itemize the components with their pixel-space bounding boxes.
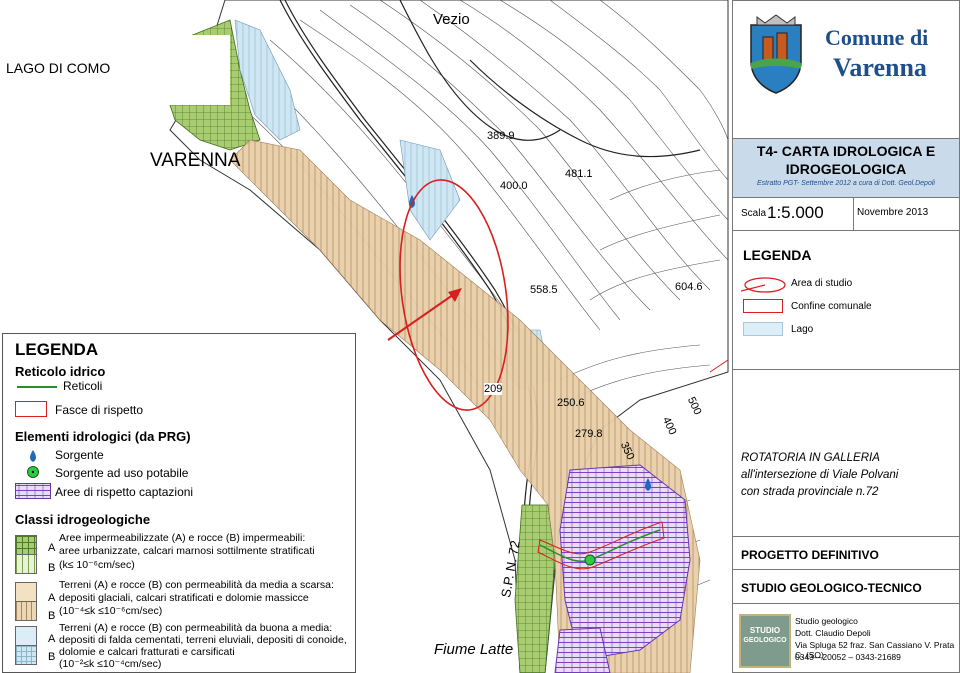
title-box: T4- CARTA IDROLOGICA E IDROGEOLOGICA Est… [733, 139, 959, 198]
fasce-swatch [15, 401, 47, 417]
scale-box: Scala 1:5.000 Novembre 2013 [733, 198, 959, 231]
label-fiume-latte: Fiume Latte [434, 641, 514, 658]
legend-item-area-studio: Area di studio [791, 278, 853, 289]
varenna-coat-of-arms-icon [750, 14, 802, 94]
map-title-line1: T4- CARTA IDROLOGICA E [756, 143, 936, 159]
project-note-box: ROTATORIA IN GALLERIA all'intersezione d… [733, 370, 959, 537]
legend-left-title: LEGENDA [15, 340, 99, 359]
class2-swatch-a [15, 582, 37, 602]
comune-line2: Varenna [833, 53, 927, 82]
title-block: Comune di Varenna T4- CARTA IDROLOGICA E… [732, 0, 960, 673]
phase-box: PROGETTO DEFINITIVO [733, 537, 959, 570]
lake-box: LAGO DI COMO [2, 35, 230, 105]
scale-value: 1:5.000 [767, 203, 824, 222]
classi-title: Classi idrogeologiche [15, 512, 151, 527]
study-area-legend-icon [741, 277, 786, 293]
credit-line1: Studio geologico [795, 616, 858, 626]
label-vezio: Vezio [433, 11, 470, 28]
reticoli-label: Reticoli [63, 379, 103, 393]
class1-swatch-a [15, 535, 37, 555]
project-note-line2: all'intersezione di Viale Polvani [741, 469, 899, 481]
class2-b-label: B [48, 610, 56, 622]
class3-line3: dolomie e calcari fratturati e carsifica… [59, 646, 235, 658]
elev-label: 481.1 [565, 168, 593, 180]
class1-line1: Aree impermeabilizzate (A) e rocce (B) i… [59, 532, 306, 544]
class2-swatch-b [15, 601, 37, 621]
elev-label: 400.0 [500, 180, 528, 192]
comune-line1: Comune di [825, 25, 929, 50]
class3-line4: (10⁻²≤k ≤10⁻⁴cm/sec) [59, 658, 162, 670]
credits-box: STUDIO GEOLOGICO Studio geologico Dott. … [733, 604, 959, 672]
elev-label: 209 [484, 383, 503, 395]
project-note-line1: ROTATORIA IN GALLERIA [741, 452, 880, 464]
legend-item-confine: Confine comunale [791, 301, 872, 312]
reticoli-swatch [17, 386, 57, 388]
scale-label: Scala [741, 208, 767, 219]
class3-b-label: B [48, 651, 56, 663]
class1-b-label: B [48, 562, 56, 574]
elev-label: 279.8 [575, 428, 603, 440]
legend-item-lago: Lago [791, 324, 814, 335]
captazioni-label: Aree di rispetto captazioni [55, 485, 194, 499]
class2-line3: (10⁻⁴≤k ≤10⁻⁶cm/sec) [59, 605, 163, 617]
captazioni-area-lower [554, 627, 611, 673]
class1-line2: aree urbanizzate, calcari marnosi sottil… [59, 545, 315, 557]
legend-left-panel: LEGENDA Reticolo idrico Reticoli Fasce d… [2, 333, 356, 673]
elev-label: 250.6 [557, 397, 585, 409]
sorgente-potabile-marker [584, 554, 596, 566]
credit-line2: Dott. Claudio Depoli [795, 628, 871, 638]
reticolo-title: Reticolo idrico [15, 364, 106, 379]
class3-swatch-a [15, 626, 37, 646]
elev-label: 604.6 [675, 281, 703, 293]
sorgente-potabile-label: Sorgente ad uso potabile [55, 466, 189, 480]
project-phase: PROGETTO DEFINITIVO [741, 548, 879, 562]
scale-divider [853, 198, 854, 230]
sorgente-icon [30, 450, 36, 462]
class1-line3: (k≤ 10⁻⁶cm/sec) [59, 559, 135, 571]
class3-swatch-b [15, 645, 37, 665]
sorgente-label: Sorgente [55, 448, 104, 462]
class2-line1: Terreni (A) e rocce (B) con permeabilità… [59, 579, 334, 591]
elementi-title: Elementi idrologici (da PRG) [15, 429, 191, 444]
class3-line2: depositi di falda cementati, terreni elu… [59, 634, 347, 646]
studio-logo-line2: GEOLOGICO [743, 637, 787, 644]
class3-line1: Terreni (A) e rocce (B) con permeabilità… [59, 622, 333, 634]
class1-a-label: A [48, 542, 56, 554]
sorgente-potabile-icon [27, 466, 39, 478]
class2-a-label: A [48, 592, 56, 604]
right-legend-title: LEGENDA [743, 247, 812, 263]
class2-line2: depositi glaciali, calcari stratificati … [59, 592, 309, 604]
project-note-line3: con strada provinciale n.72 [741, 486, 879, 498]
elev-label: 389.9 [487, 130, 515, 142]
label-varenna: VARENNA [150, 150, 241, 171]
lago-legend-swatch [743, 322, 783, 336]
fasce-label: Fasce di rispetto [55, 403, 144, 417]
class3-a-label: A [48, 633, 56, 645]
date-label: Novembre 2013 [857, 207, 929, 218]
studio-logo-line1: STUDIO [749, 626, 781, 635]
studio-title: STUDIO GEOLOGICO-TECNICO [741, 581, 922, 595]
class1-swatch-b [15, 554, 37, 574]
map-subtitle: Estratto PGT- Settembre 2012 a cura di D… [757, 180, 935, 187]
confine-legend-swatch [743, 299, 783, 313]
label-lago-di-como: LAGO DI COMO [6, 60, 111, 76]
elev-label: 558.5 [530, 284, 558, 296]
right-legend-box: LEGENDA Area di studio Confine comunale … [733, 231, 959, 370]
map-title-line2: IDROGEOLOGICA [785, 161, 907, 177]
credit-line4: 0343—20052 – 0343-21689 [795, 652, 901, 662]
captazioni-swatch [15, 483, 51, 499]
comune-logo-box: Comune di Varenna [733, 1, 959, 139]
studio-box: STUDIO GEOLOGICO-TECNICO [733, 570, 959, 604]
studio-logo: STUDIO GEOLOGICO [739, 614, 791, 668]
